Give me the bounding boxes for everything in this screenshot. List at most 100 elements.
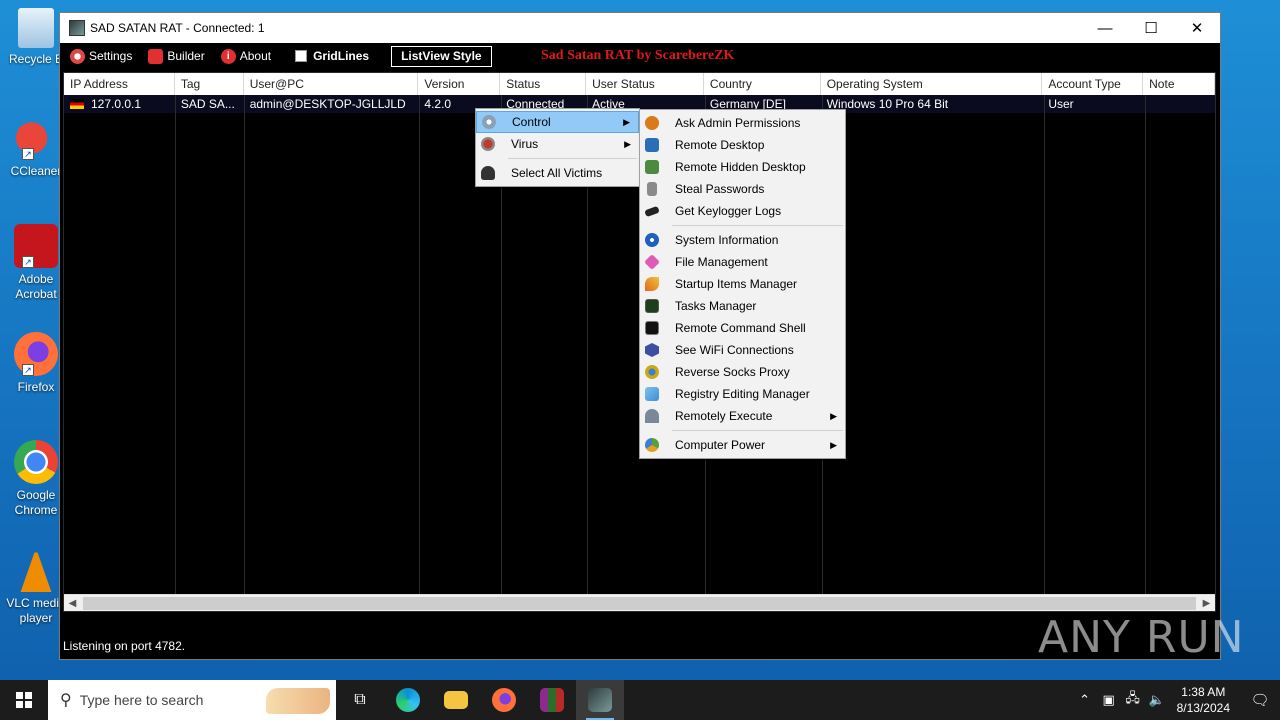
chevron-up-icon[interactable]: ⌃	[1073, 692, 1097, 708]
menu-item-control[interactable]: Control ▶	[476, 111, 639, 133]
scroll-right-arrow-icon[interactable]: ▶	[1198, 595, 1215, 612]
menu-item-virus[interactable]: Virus ▶	[476, 133, 639, 155]
column-header-version[interactable]: Version	[418, 73, 501, 95]
taskbar-search[interactable]: ⚲ Type here to search	[48, 680, 336, 720]
task-view-button[interactable]: ⧉	[336, 680, 384, 720]
menu-item-label: Computer Power	[675, 438, 766, 452]
germany-flag-icon	[70, 99, 84, 109]
menu-item-select-all-victims[interactable]: Select All Victims	[476, 162, 639, 184]
menu-about-label: About	[239, 49, 272, 63]
gridlines-checkbox-box[interactable]	[295, 50, 308, 62]
menu-item-label: Startup Items Manager	[675, 277, 798, 291]
cell-operating-system: Windows 10 Pro 64 Bit	[826, 97, 949, 111]
search-placeholder: Type here to search	[79, 692, 204, 708]
menu-settings-label: Settings	[89, 49, 133, 63]
menu-settings[interactable]: Settings	[70, 45, 132, 67]
gridlines-checkbox[interactable]: GridLines	[281, 45, 369, 67]
listview-header: IP Address Tag User@PC Version Status Us…	[64, 73, 1216, 95]
column-header-note[interactable]: Note	[1143, 73, 1216, 95]
chrome-icon	[14, 440, 58, 484]
menu-item-label: File Management	[675, 255, 768, 269]
column-header-country[interactable]: Country	[704, 73, 821, 95]
winrar-icon	[540, 688, 564, 712]
horizontal-scrollbar[interactable]: ◀ ▶	[64, 594, 1215, 611]
column-header-status[interactable]: Status	[500, 73, 587, 95]
desktop-icon-label: Adobe Acrobat	[15, 272, 57, 301]
cell-note	[1143, 95, 1215, 113]
app-icon	[69, 20, 85, 36]
builder-icon	[148, 48, 164, 64]
taskbar-sad-satan-rat[interactable]	[576, 680, 624, 720]
desktop-icon-label: VLC media player	[6, 596, 66, 625]
menu-item-label: System Information	[675, 233, 779, 247]
menu-about[interactable]: i About	[220, 45, 272, 67]
search-highlight-image	[266, 688, 330, 714]
menu-item-remote-desktop[interactable]: Remote Desktop	[640, 134, 845, 156]
ccleaner-icon: ↗	[14, 116, 58, 160]
menu-bar: Settings Builder i About GridLines ListV…	[60, 43, 1220, 69]
menu-item-remote-hidden-desktop[interactable]: Remote Hidden Desktop	[640, 156, 845, 178]
taskbar-edge[interactable]	[384, 680, 432, 720]
menu-item-computer-power[interactable]: Computer Power ▶	[640, 434, 845, 456]
firefox-icon: ↗	[14, 332, 58, 376]
device-icon[interactable]: ▣	[1097, 692, 1121, 708]
menu-item-registry-editing-manager[interactable]: Registry Editing Manager	[640, 383, 845, 405]
hidden-monitor-icon	[645, 160, 659, 174]
shortcut-arrow-icon: ↗	[22, 256, 34, 268]
column-header-account-type[interactable]: Account Type	[1042, 73, 1144, 95]
column-header-tag[interactable]: Tag	[175, 73, 244, 95]
menu-item-get-keylogger-logs[interactable]: Get Keylogger Logs	[640, 200, 845, 222]
submenu-arrow-icon: ▶	[830, 439, 837, 450]
shortcut-arrow-icon: ↗	[22, 364, 34, 376]
menu-item-reverse-socks-proxy[interactable]: Reverse Socks Proxy	[640, 361, 845, 383]
title-bar[interactable]: SAD SATAN RAT - Connected: 1 — ☐ ✕	[60, 13, 1220, 43]
menu-item-label: Tasks Manager	[675, 299, 757, 313]
key-icon	[647, 182, 657, 196]
column-header-operating-system[interactable]: Operating System	[821, 73, 1043, 95]
menu-item-label: Remote Command Shell	[675, 321, 806, 335]
menu-item-tasks-manager[interactable]: Tasks Manager	[640, 295, 845, 317]
system-tray: ⌃ ▣ 🖧 🔈 1:38 AM 8/13/2024 🗨	[1073, 680, 1280, 720]
maximize-button[interactable]: ☐	[1128, 13, 1174, 43]
menu-builder[interactable]: Builder	[148, 45, 205, 67]
settings-icon	[70, 48, 85, 64]
submenu-arrow-icon: ▶	[624, 138, 631, 149]
about-info-icon: i	[220, 48, 236, 64]
menu-item-startup-items-manager[interactable]: Startup Items Manager	[640, 273, 845, 295]
volume-icon[interactable]: 🔈	[1145, 692, 1169, 708]
control-submenu: Ask Admin Permissions Remote Desktop Rem…	[639, 109, 846, 459]
minimize-button[interactable]: —	[1082, 13, 1128, 43]
network-icon[interactable]: 🖧	[1121, 689, 1145, 711]
taskbar-winrar[interactable]	[528, 680, 576, 720]
taskbar-firefox[interactable]	[480, 680, 528, 720]
power-icon	[645, 438, 659, 452]
menu-item-steal-passwords[interactable]: Steal Passwords	[640, 178, 845, 200]
menu-item-file-management[interactable]: File Management	[640, 251, 845, 273]
folder-icon	[644, 254, 660, 270]
scrollbar-thumb[interactable]	[83, 596, 1196, 610]
column-header-user-pc[interactable]: User@PC	[244, 73, 419, 95]
column-header-ip-address[interactable]: IP Address	[64, 73, 175, 95]
scroll-left-arrow-icon[interactable]: ◀	[64, 595, 81, 612]
listview-style-button[interactable]: ListView Style	[391, 45, 492, 67]
menu-item-remote-command-shell[interactable]: Remote Command Shell	[640, 317, 845, 339]
cell-ip-address: 127.0.0.1	[64, 95, 175, 113]
desktop-icon-label: Recycle B	[8, 52, 64, 66]
clock[interactable]: 1:38 AM 8/13/2024	[1177, 684, 1230, 716]
notification-icon[interactable]: 🗨	[1240, 691, 1280, 709]
menu-item-ask-admin-permissions[interactable]: Ask Admin Permissions	[640, 112, 845, 134]
menu-item-see-wifi-connections[interactable]: See WiFi Connections	[640, 339, 845, 361]
taskbar: ⚲ Type here to search ⧉ ⌃ ▣ 🖧 🔈 1:38 AM …	[0, 680, 1280, 720]
column-header-user-status[interactable]: User Status	[586, 73, 704, 95]
menu-item-system-information[interactable]: System Information	[640, 229, 845, 251]
menu-item-label: Get Keylogger Logs	[675, 204, 782, 218]
taskbar-file-explorer[interactable]	[432, 680, 480, 720]
vlc-icon	[20, 548, 52, 592]
menu-item-remotely-execute[interactable]: Remotely Execute ▶	[640, 405, 845, 427]
close-button[interactable]: ✕	[1174, 13, 1220, 43]
shortcut-arrow-icon: ↗	[22, 148, 34, 160]
menu-item-label: Remote Hidden Desktop	[675, 160, 806, 174]
start-button[interactable]	[0, 680, 48, 720]
menu-item-label: Select All Victims	[511, 166, 603, 180]
rocket-icon	[645, 277, 659, 291]
